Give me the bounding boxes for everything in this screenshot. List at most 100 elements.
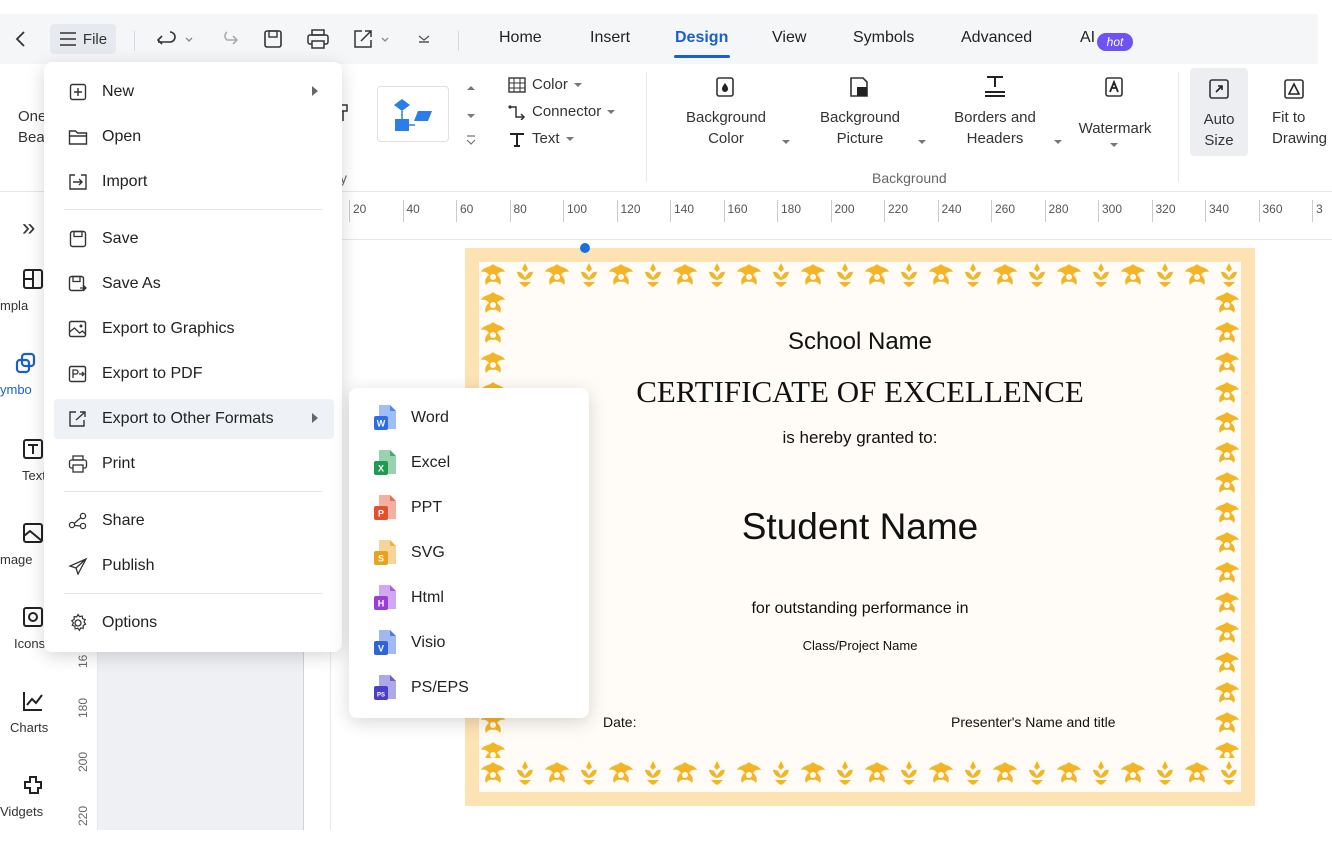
redo-button[interactable]	[218, 26, 240, 52]
border-ornament-icon	[965, 263, 981, 287]
one-click-beautify-button[interactable]: One Bea	[18, 106, 47, 148]
menu-item-share[interactable]: Share	[54, 501, 334, 541]
borders-headers-icon	[985, 76, 1005, 97]
border-ornament-icon	[865, 264, 889, 285]
school-name[interactable]: School Name	[465, 328, 1255, 356]
tab-ai[interactable]: AI	[1080, 29, 1095, 47]
menu-item-new[interactable]: New	[54, 72, 334, 112]
sidebar-item-label: Vidgets	[0, 804, 44, 819]
svg-text:V: V	[378, 644, 384, 654]
tab-insert[interactable]: Insert	[590, 29, 630, 47]
menu-item-import[interactable]: Import	[54, 162, 334, 202]
tab-view[interactable]: View	[772, 29, 806, 47]
tab-advanced[interactable]: Advanced	[961, 29, 1032, 47]
border-ornament-icon	[1029, 761, 1045, 785]
border-ornament-icon	[1215, 472, 1239, 493]
submenu-item-ps-eps[interactable]: PS PS/EPS	[361, 668, 577, 708]
menu-item-save[interactable]: Save	[54, 219, 334, 259]
date-label[interactable]: Date:	[603, 714, 636, 730]
vruler-tick: 200	[76, 751, 90, 772]
ruler-tick-label: 320	[1155, 202, 1176, 216]
menu-item-open[interactable]: Open	[54, 117, 334, 157]
border-ornament-icon	[1121, 762, 1145, 783]
import-icon	[69, 174, 87, 190]
border-ornament-icon	[929, 762, 953, 783]
svg-text:X: X	[378, 464, 384, 474]
theme-style-preview[interactable]	[377, 86, 449, 142]
submenu-item-html[interactable]: H Html	[361, 578, 577, 618]
caret-down-icon	[565, 136, 574, 141]
tab-design[interactable]: Design	[675, 29, 728, 47]
ribbon-divider	[646, 72, 647, 182]
submenu-item-svg[interactable]: S SVG	[361, 533, 577, 573]
ruler-tick-label: 140	[674, 202, 695, 216]
more-tools-button[interactable]	[414, 26, 434, 52]
connector-dropdown[interactable]: Connector	[508, 103, 616, 120]
menu-item-export-pdf[interactable]: Export to PDF	[54, 354, 334, 394]
active-tab-indicator	[674, 55, 730, 58]
menu-item-save-as[interactable]: Save As	[54, 264, 334, 304]
ribbon-label: One	[18, 108, 47, 125]
ruler-tick-line	[616, 200, 618, 222]
sidebar-item-label: mage	[0, 552, 33, 567]
submenu-item-visio[interactable]: V Visio	[361, 623, 577, 663]
file-label: File	[82, 30, 108, 48]
selection-handle[interactable]	[580, 243, 590, 253]
menu-item-options[interactable]: Options	[54, 603, 334, 643]
print-toolbar-button[interactable]	[306, 26, 330, 52]
ruler-tick-line	[563, 200, 564, 222]
border-ornament-icon	[481, 264, 505, 285]
text-label: Text	[532, 130, 560, 147]
menu-item-label: Save As	[102, 275, 161, 292]
border-ornament-icon	[993, 264, 1017, 285]
ruler-tick-label: 120	[620, 202, 641, 216]
auto-size-icon	[1209, 79, 1229, 99]
ribbon-label: Headers	[966, 130, 1024, 147]
ruler-tick-label: 300	[1102, 202, 1123, 216]
border-ornament-icon	[773, 263, 789, 287]
tab-symbols[interactable]: Symbols	[853, 29, 914, 47]
tab-home[interactable]: Home	[499, 29, 542, 47]
vertical-ruler: 16 180 200 220	[72, 640, 98, 830]
ribbon-label: Auto	[1203, 111, 1235, 128]
vruler-tick: 180	[76, 697, 90, 718]
expand-sidebar-icon[interactable]: »	[22, 214, 35, 242]
border-ornament-icon	[1157, 761, 1173, 785]
submenu-item-excel[interactable]: X Excel	[361, 443, 577, 483]
border-ornament-icon	[709, 263, 725, 287]
border-ornament-icon	[1029, 263, 1045, 287]
menu-item-publish[interactable]: Publish	[54, 546, 334, 586]
menu-item-label: Export to Graphics	[102, 320, 235, 337]
auto-size-button[interactable]: Auto Size	[1190, 68, 1248, 156]
menu-item-print[interactable]: Print	[54, 444, 334, 484]
border-ornament-icon	[1093, 761, 1109, 785]
save-toolbar-button[interactable]	[262, 26, 284, 52]
svg-text:H: H	[378, 599, 385, 609]
submenu-item-label: PS/EPS	[411, 679, 469, 696]
back-icon[interactable]	[10, 26, 32, 52]
menu-item-export-other-formats[interactable]: Export to Other Formats	[54, 399, 334, 439]
border-ornament-icon	[545, 264, 569, 285]
symbols-icon	[15, 352, 36, 374]
submenu-item-word[interactable]: W Word	[361, 398, 577, 438]
submenu-item-ppt[interactable]: P PPT	[361, 488, 577, 528]
border-ornament-icon	[609, 762, 633, 783]
color-dropdown[interactable]: Color	[508, 76, 582, 93]
ribbon-label: Bea	[18, 129, 45, 146]
ps-eps-file-icon: PS	[373, 674, 397, 702]
menu-item-label: Export to PDF	[102, 365, 203, 382]
file-menu-button[interactable]: File	[50, 24, 116, 54]
export-toolbar-button[interactable]	[352, 26, 394, 52]
submenu-item-label: PPT	[411, 499, 443, 516]
presenter-label[interactable]: Presenter's Name and title	[951, 714, 1116, 730]
ruler-tick-label: 280	[1048, 202, 1069, 216]
menu-item-export-graphics[interactable]: Export to Graphics	[54, 309, 334, 349]
undo-button[interactable]	[156, 26, 196, 52]
text-dropdown[interactable]: Text	[508, 130, 574, 147]
border-ornament-icon	[801, 762, 825, 783]
theme-scroll-controls[interactable]	[464, 82, 478, 157]
ruler-tick-label: 340	[1209, 202, 1230, 216]
svg-text:P: P	[378, 509, 384, 519]
border-ornament-icon	[929, 264, 953, 285]
share-icon	[68, 512, 87, 530]
